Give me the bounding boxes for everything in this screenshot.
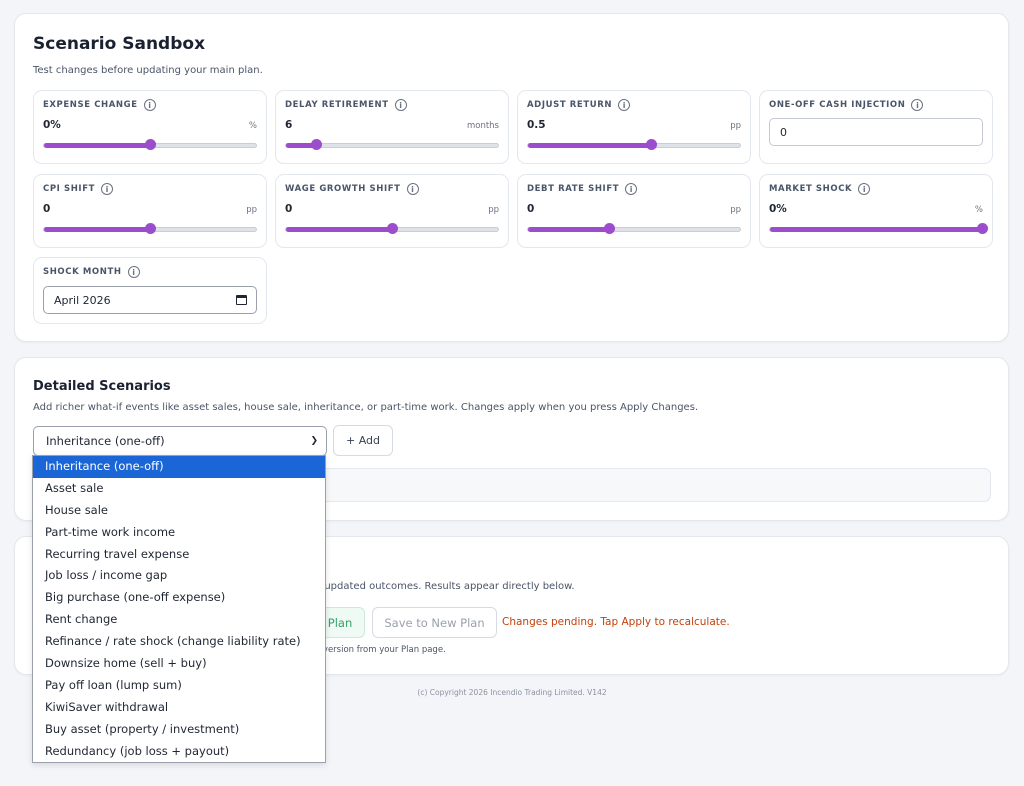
- apply-description: e updated outcomes. Results appear direc…: [315, 581, 575, 592]
- expense-change-slider[interactable]: [43, 139, 257, 150]
- market-shock-unit: %: [974, 205, 983, 215]
- info-icon[interactable]: i: [618, 99, 631, 111]
- debt-rate-shift-control: DEBT RATE SHIFT i 0 pp: [517, 174, 751, 248]
- debt-rate-shift-unit: pp: [730, 205, 741, 215]
- delay-retirement-label: DELAY RETIREMENT: [285, 100, 389, 110]
- debt-rate-shift-slider[interactable]: [527, 223, 741, 234]
- shock-month-label: SHOCK MONTH: [43, 267, 122, 277]
- section-title: Detailed Scenarios: [33, 379, 171, 394]
- add-scenario-button[interactable]: + Add: [333, 425, 393, 456]
- cpi-shift-value: 0: [43, 203, 51, 215]
- adjust-return-unit: pp: [730, 121, 741, 131]
- dropdown-option[interactable]: Job loss / income gap: [33, 565, 325, 587]
- market-shock-slider[interactable]: [769, 223, 988, 234]
- dropdown-option[interactable]: Recurring travel expense: [33, 544, 325, 566]
- plan-note: a version from your Plan page.: [315, 645, 446, 655]
- chevron-down-icon: ❯: [310, 436, 318, 446]
- dropdown-option[interactable]: Big purchase (one-off expense): [33, 587, 325, 609]
- page-title: Scenario Sandbox: [33, 34, 206, 54]
- dropdown-option[interactable]: Inheritance (one-off): [33, 456, 325, 478]
- dropdown-option[interactable]: Refinance / rate shock (change liability…: [33, 631, 325, 653]
- wage-growth-shift-unit: pp: [488, 205, 499, 215]
- cash-injection-input[interactable]: 0: [769, 118, 983, 146]
- delay-retirement-unit: months: [466, 121, 499, 131]
- adjust-return-control: ADJUST RETURN i 0.5 pp: [517, 90, 751, 164]
- cpi-shift-unit: pp: [246, 205, 257, 215]
- slider-thumb[interactable]: [645, 139, 657, 150]
- scenario-type-selected: Inheritance (one-off): [46, 434, 165, 448]
- slider-thumb[interactable]: [145, 223, 156, 234]
- dropdown-option[interactable]: Redundancy (job loss + payout): [33, 741, 325, 763]
- market-shock-label: MARKET SHOCK: [769, 184, 853, 194]
- scenario-type-dropdown: Inheritance (one-off) Asset sale House s…: [32, 455, 326, 763]
- wage-growth-shift-control: WAGE GROWTH SHIFT i 0 pp: [275, 174, 509, 248]
- pending-status: Changes pending. Tap Apply to recalculat…: [502, 616, 730, 628]
- info-icon[interactable]: i: [406, 183, 419, 195]
- info-icon[interactable]: i: [858, 183, 871, 195]
- market-shock-control: MARKET SHOCK i 0% %: [759, 174, 993, 248]
- market-shock-value: 0%: [769, 203, 787, 215]
- cash-injection-control: ONE-OFF CASH INJECTION i 0: [759, 90, 993, 164]
- cpi-shift-control: CPI SHIFT i 0 pp: [33, 174, 267, 248]
- expense-change-label: EXPENSE CHANGE: [43, 100, 138, 110]
- expense-change-control: EXPENSE CHANGE i 0% %: [33, 90, 267, 164]
- cpi-shift-slider[interactable]: [43, 223, 257, 234]
- info-icon[interactable]: i: [101, 183, 113, 195]
- slider-thumb[interactable]: [145, 139, 156, 150]
- sandbox-subtitle: Test changes before updating your main p…: [33, 65, 263, 76]
- dropdown-option[interactable]: Part-time work income: [33, 522, 325, 544]
- dropdown-option[interactable]: Downsize home (sell + buy): [33, 653, 325, 675]
- shock-month-value: April 2026: [54, 294, 111, 307]
- expense-change-value: 0%: [43, 119, 61, 131]
- dropdown-option[interactable]: KiwiSaver withdrawal: [33, 697, 325, 719]
- delay-retirement-slider[interactable]: [285, 139, 499, 150]
- info-icon[interactable]: i: [911, 99, 924, 111]
- debt-rate-shift-value: 0: [527, 203, 535, 215]
- wage-growth-shift-value: 0: [285, 203, 293, 215]
- wage-growth-shift-label: WAGE GROWTH SHIFT: [285, 184, 401, 194]
- dropdown-option[interactable]: Buy asset (property / investment): [33, 719, 325, 741]
- cpi-shift-label: CPI SHIFT: [43, 184, 95, 194]
- slider-thumb[interactable]: [977, 223, 988, 234]
- adjust-return-value: 0.5: [527, 119, 546, 131]
- wage-growth-shift-slider[interactable]: [285, 223, 499, 234]
- adjust-return-slider[interactable]: [527, 139, 741, 150]
- cash-injection-label: ONE-OFF CASH INJECTION: [769, 100, 906, 110]
- info-icon[interactable]: i: [625, 183, 638, 195]
- delay-retirement-value: 6: [285, 119, 293, 131]
- detailed-subtitle: Add richer what-if events like asset sal…: [33, 402, 699, 413]
- info-icon[interactable]: i: [143, 99, 156, 111]
- dropdown-option[interactable]: House sale: [33, 500, 325, 522]
- slider-thumb[interactable]: [603, 223, 615, 234]
- scenario-type-select[interactable]: Inheritance (one-off) ❯: [33, 426, 327, 456]
- dropdown-option[interactable]: Pay off loan (lump sum): [33, 675, 325, 697]
- shock-month-input[interactable]: April 2026: [43, 286, 257, 314]
- delay-retirement-control: DELAY RETIREMENT i 6 months: [275, 90, 509, 164]
- dropdown-option[interactable]: Asset sale: [33, 478, 325, 500]
- info-icon[interactable]: i: [394, 99, 407, 111]
- info-icon[interactable]: i: [127, 266, 140, 278]
- expense-change-unit: %: [248, 121, 257, 131]
- scenario-sandbox-card: Scenario Sandbox Test changes before upd…: [14, 13, 1009, 342]
- slider-thumb[interactable]: [310, 139, 322, 150]
- dropdown-option[interactable]: Rent change: [33, 609, 325, 631]
- adjust-return-label: ADJUST RETURN: [527, 100, 613, 110]
- debt-rate-shift-label: DEBT RATE SHIFT: [527, 184, 620, 194]
- slider-thumb[interactable]: [387, 223, 398, 234]
- save-to-new-plan-button[interactable]: Save to New Plan: [372, 607, 497, 638]
- shock-month-control: SHOCK MONTH i April 2026: [33, 257, 267, 324]
- calendar-icon[interactable]: [236, 295, 247, 305]
